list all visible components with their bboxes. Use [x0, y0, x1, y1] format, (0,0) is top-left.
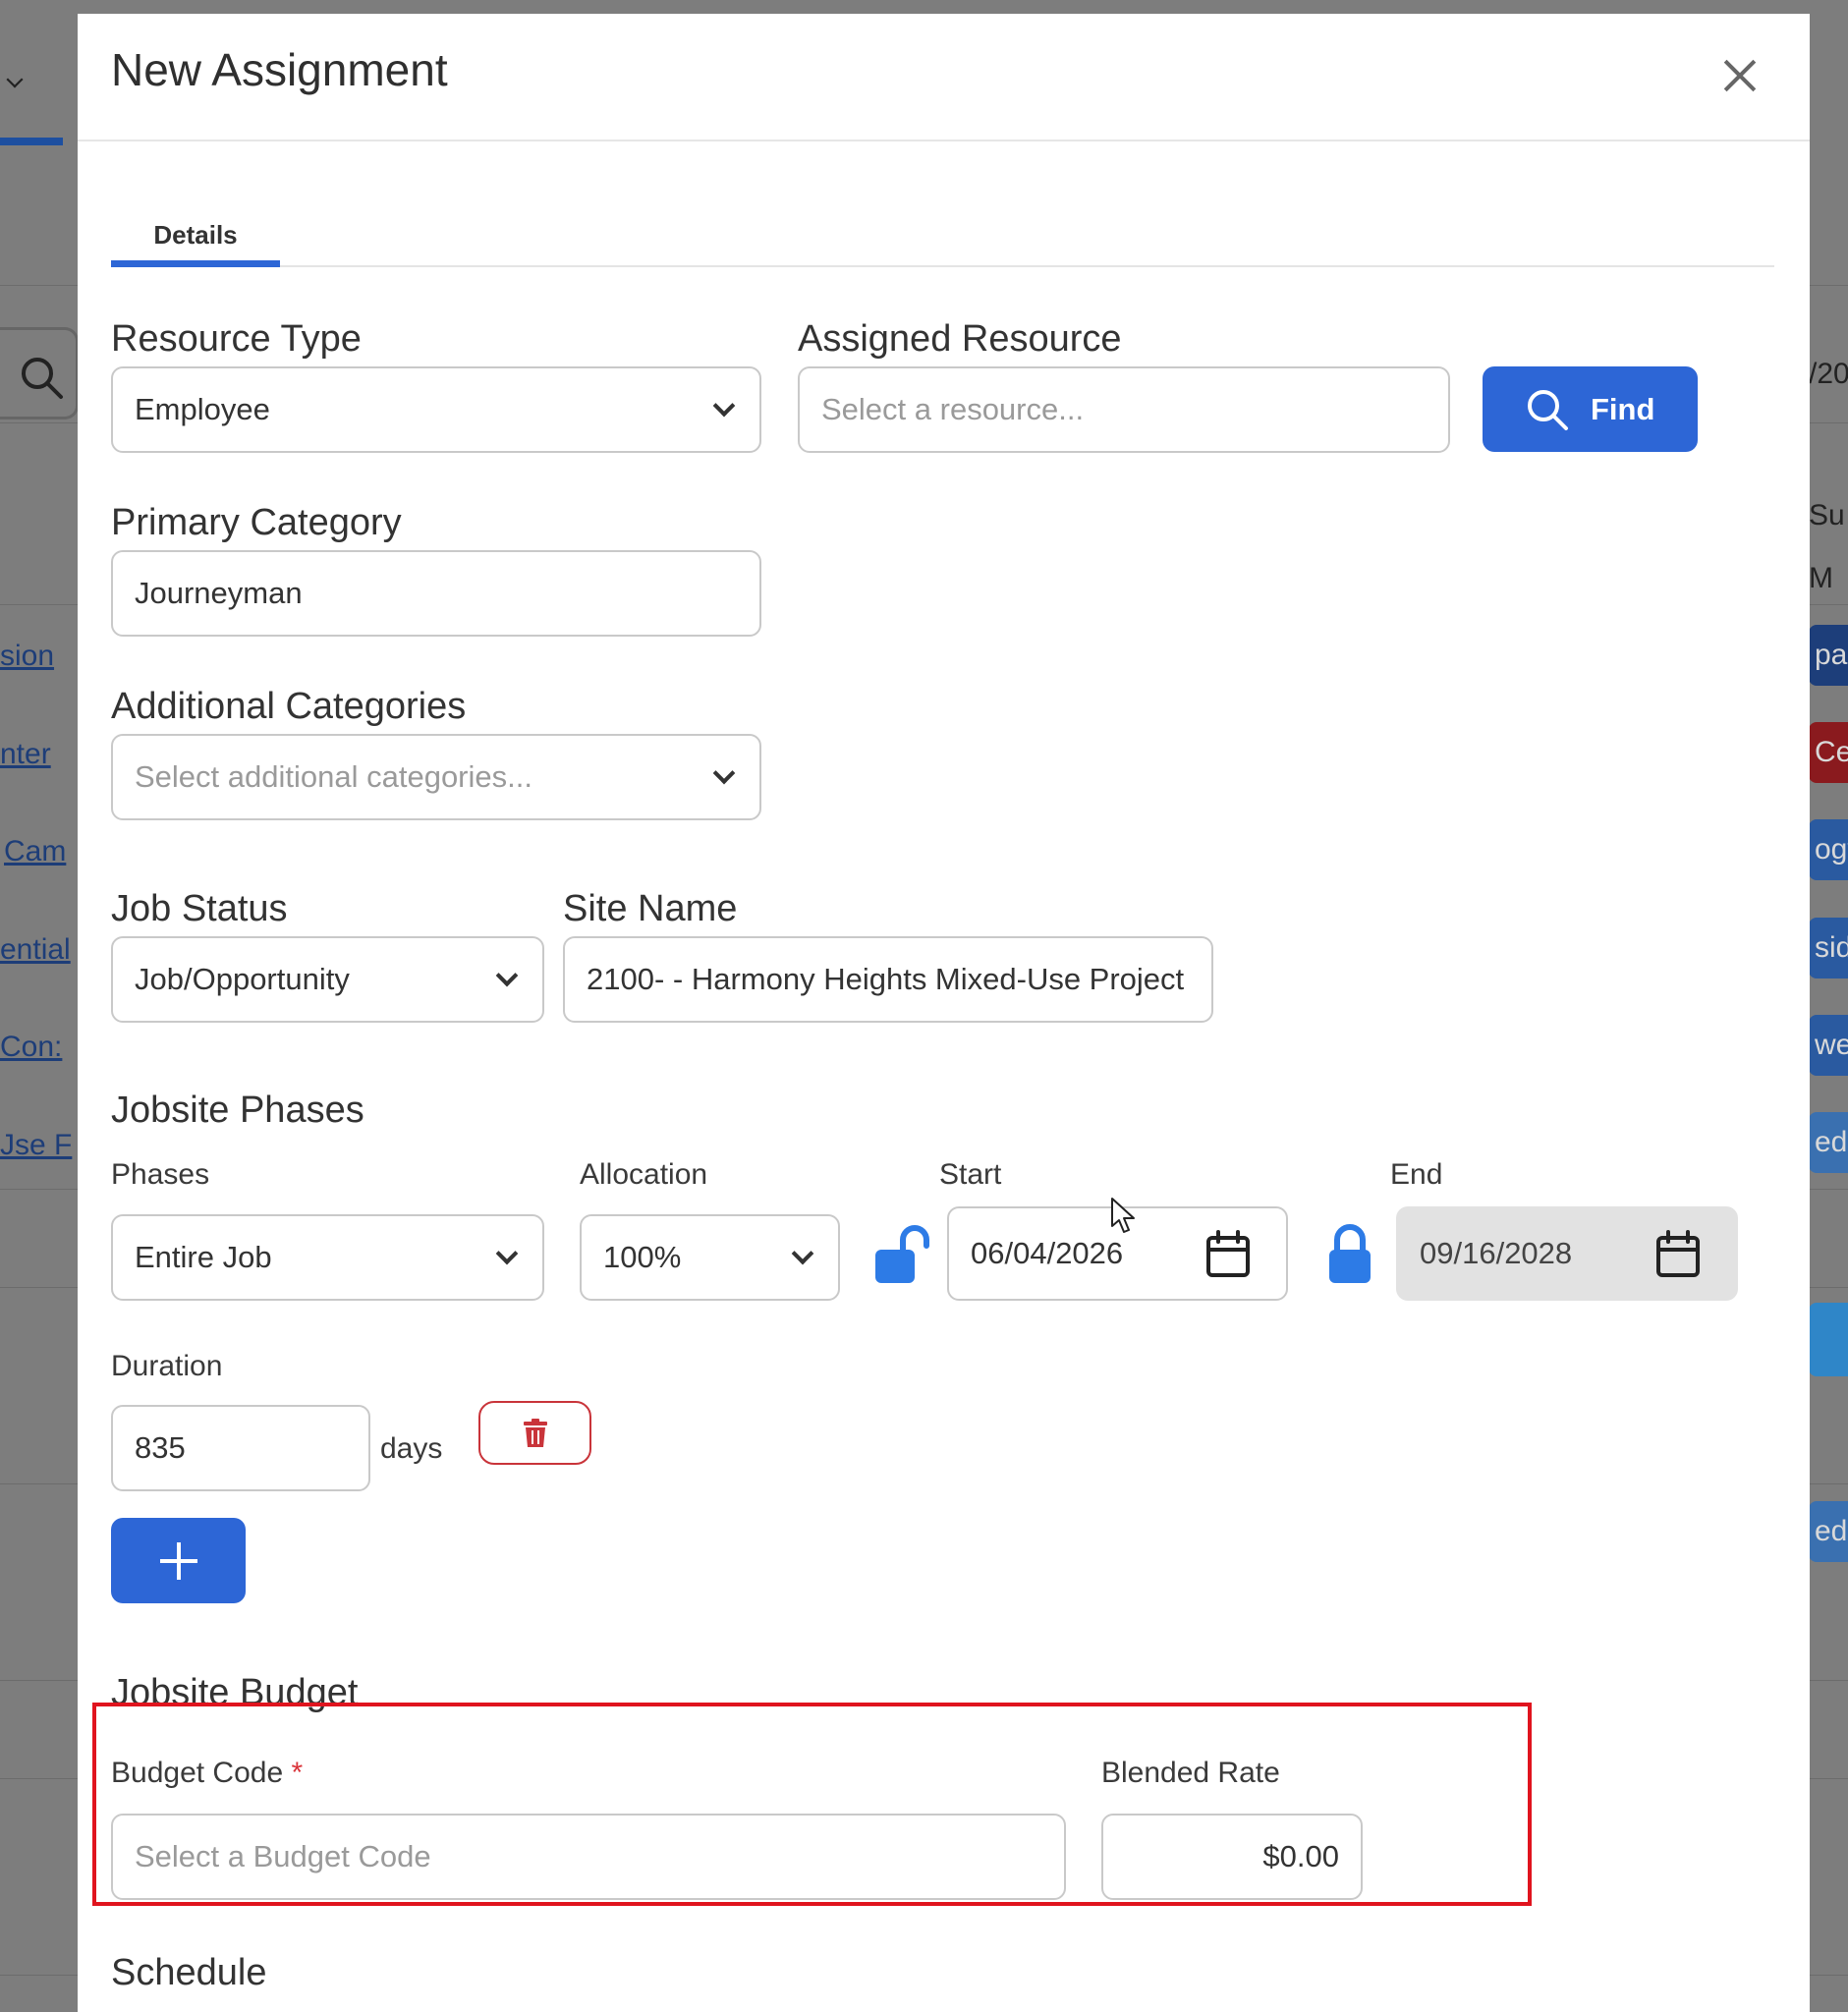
chevron-down-icon: [6, 71, 24, 88]
allocation-select[interactable]: 100%: [580, 1214, 840, 1301]
calendar-icon[interactable]: [1655, 1230, 1701, 1279]
job-status-label: Job Status: [111, 888, 288, 929]
modal-header: New Assignment: [78, 14, 1810, 141]
primary-category-input[interactable]: Journeyman: [111, 550, 761, 637]
end-date-value: 09/16/2028: [1420, 1236, 1573, 1270]
chevron-down-icon: [495, 1242, 519, 1265]
blended-rate-label: Blended Rate: [1101, 1757, 1280, 1789]
chevron-down-icon: [712, 761, 736, 785]
lock-icon[interactable]: [1327, 1224, 1372, 1285]
find-button-label: Find: [1591, 391, 1655, 426]
assigned-resource-placeholder: Select a resource...: [821, 392, 1085, 426]
jobsite-phases-heading: Jobsite Phases: [111, 1090, 364, 1131]
assigned-resource-label: Assigned Resource: [798, 318, 1122, 360]
delete-phase-button[interactable]: [478, 1401, 591, 1465]
background-chip: [1809, 1303, 1848, 1376]
background-link: nter: [0, 738, 51, 770]
resource-type-value: Employee: [135, 392, 270, 426]
additional-categories-select[interactable]: Select additional categories...: [111, 734, 761, 820]
resource-type-select[interactable]: Employee: [111, 366, 761, 453]
phases-select[interactable]: Entire Job: [111, 1214, 544, 1301]
additional-categories-label: Additional Categories: [111, 686, 467, 727]
background-chip: ed-: [1809, 1501, 1848, 1562]
primary-category-value: Journeyman: [135, 576, 303, 610]
site-name-value: 2100- - Harmony Heights Mixed-Use Projec…: [587, 962, 1185, 996]
background-chip: wer: [1809, 1015, 1848, 1076]
trash-icon: [523, 1418, 547, 1447]
background-chip: sid: [1809, 918, 1848, 978]
resource-type-label: Resource Type: [111, 318, 362, 360]
mouse-cursor-icon: [1111, 1198, 1135, 1233]
site-name-label: Site Name: [563, 888, 738, 929]
budget-code-select[interactable]: Select a Budget Code: [111, 1814, 1066, 1900]
primary-category-label: Primary Category: [111, 502, 402, 543]
duration-label: Duration: [111, 1350, 223, 1382]
job-status-select[interactable]: Job/Opportunity: [111, 936, 544, 1023]
new-assignment-modal: New Assignment Details Resource Type Emp…: [78, 14, 1810, 2012]
tab-details[interactable]: Details: [111, 191, 280, 267]
background-link: sion: [0, 640, 55, 672]
background-chip: ed-: [1809, 1112, 1848, 1173]
background-link: Con:: [0, 1031, 63, 1063]
background-text: Su: [1809, 499, 1845, 531]
background-chip: Ce: [1809, 722, 1848, 783]
tab-bar: Details: [111, 191, 1774, 267]
jobsite-budget-heading: Jobsite Budget: [111, 1672, 359, 1713]
blended-rate-value: $0.00: [1262, 1839, 1339, 1873]
phases-label: Phases: [111, 1158, 210, 1191]
allocation-value: 100%: [603, 1240, 682, 1274]
allocation-label: Allocation: [580, 1158, 708, 1191]
assigned-resource-input[interactable]: Select a resource...: [798, 366, 1450, 453]
chevron-down-icon: [495, 964, 519, 987]
end-date-input[interactable]: 09/16/2028: [1396, 1206, 1738, 1301]
background-tab-indicator: [0, 138, 63, 145]
background-text: /20: [1809, 358, 1848, 390]
modal-title: New Assignment: [111, 44, 448, 95]
end-label: End: [1390, 1158, 1443, 1191]
required-mark: *: [291, 1757, 304, 1789]
add-phase-button[interactable]: [111, 1518, 246, 1603]
background-link: ential: [0, 933, 71, 966]
close-icon[interactable]: [1717, 53, 1763, 98]
calendar-icon[interactable]: [1205, 1230, 1251, 1279]
background-search-button: [0, 327, 79, 419]
chevron-down-icon: [791, 1242, 814, 1265]
phases-value: Entire Job: [135, 1240, 272, 1274]
budget-code-label-text: Budget Code: [111, 1757, 284, 1789]
background-link: Jse F: [0, 1129, 73, 1161]
duration-value: 835: [135, 1430, 186, 1465]
budget-code-label: Budget Code *: [111, 1757, 303, 1790]
blended-rate-input[interactable]: $0.00: [1101, 1814, 1363, 1900]
search-icon: [22, 358, 63, 399]
job-status-value: Job/Opportunity: [135, 962, 350, 996]
schedule-heading: Schedule: [111, 1952, 267, 1993]
search-icon: [1528, 389, 1568, 430]
duration-input[interactable]: 835: [111, 1405, 370, 1491]
chevron-down-icon: [712, 394, 736, 418]
background-text: M: [1809, 562, 1833, 594]
start-date-value: 06/04/2026: [971, 1236, 1124, 1270]
unlock-icon[interactable]: [873, 1224, 930, 1285]
background-chip: ogy: [1809, 819, 1848, 880]
background-chip: par: [1809, 625, 1848, 686]
find-button[interactable]: Find: [1483, 366, 1698, 452]
budget-code-placeholder: Select a Budget Code: [135, 1839, 431, 1873]
start-label: Start: [939, 1158, 1002, 1191]
site-name-input[interactable]: 2100- - Harmony Heights Mixed-Use Projec…: [563, 936, 1213, 1023]
additional-categories-placeholder: Select additional categories...: [135, 759, 532, 794]
duration-unit: days: [380, 1432, 443, 1465]
background-link: Cam: [4, 835, 67, 867]
